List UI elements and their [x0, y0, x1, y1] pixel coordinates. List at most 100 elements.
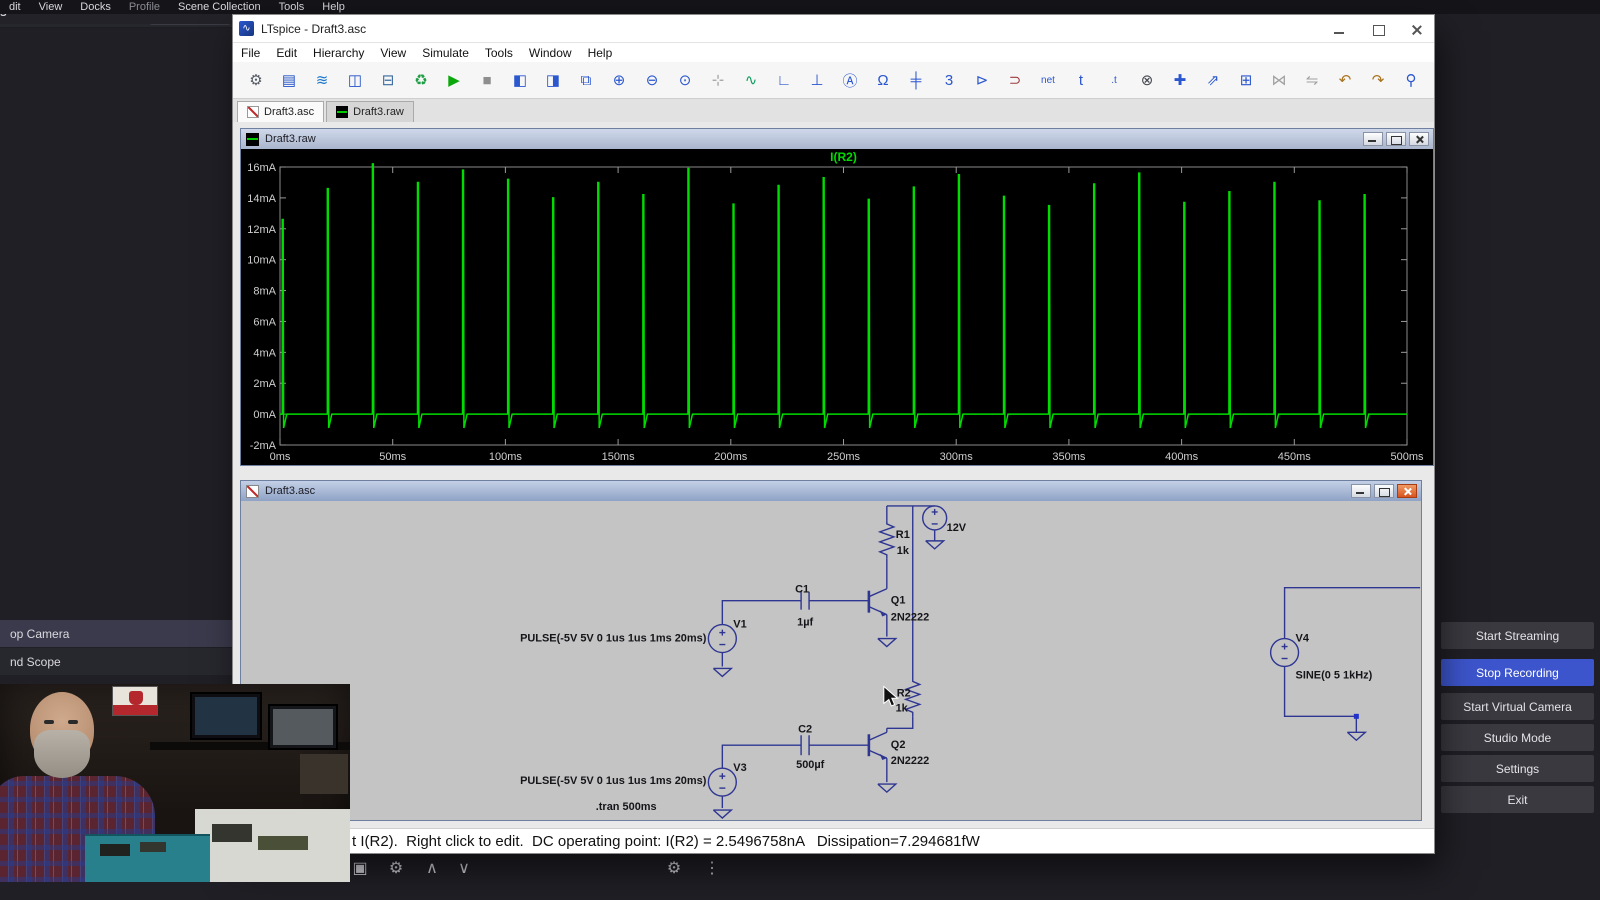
undo-icon[interactable]: ↶ — [1332, 67, 1358, 93]
start-streaming-button[interactable]: Start Streaming — [1441, 622, 1594, 649]
webcam-preview[interactable] — [0, 684, 350, 882]
mirror-icon[interactable]: ⋈ — [1266, 67, 1292, 93]
minimize-button[interactable] — [1333, 24, 1346, 35]
v4-label: V4 — [1296, 633, 1310, 645]
print-icon[interactable]: ⊟ — [375, 67, 401, 93]
cascade-icon[interactable]: ⧉ — [573, 67, 599, 93]
ltspice-menu-hierarchy[interactable]: Hierarchy — [305, 46, 372, 60]
child-close-button[interactable] — [1409, 132, 1429, 146]
waveform-window-titlebar[interactable]: Draft3.raw — [241, 129, 1433, 149]
ground-icon[interactable]: ⊥ — [804, 67, 830, 93]
schematic-canvas[interactable]: V1 PULSE(-5V 5V 0 1us 1us 1ms 20ms) C1 1… — [241, 501, 1421, 820]
ltspice-titlebar[interactable]: ∿ LTspice - Draft3.asc — [233, 15, 1434, 43]
zoom-full-icon[interactable]: ⊙ — [672, 67, 698, 93]
autorange-icon[interactable]: ∿ — [738, 67, 764, 93]
diode-icon[interactable]: ⊳ — [969, 67, 995, 93]
wire-icon[interactable]: ∟ — [771, 67, 797, 93]
start-virtual-camera-button[interactable]: Start Virtual Camera — [1441, 693, 1594, 720]
child-close-button[interactable] — [1397, 484, 1417, 498]
tile-vertical-icon[interactable]: ◧ — [507, 67, 533, 93]
c2-value: 500µf — [796, 759, 825, 771]
webcam-person-beard — [34, 730, 90, 778]
y-axis-label: 16mA — [247, 162, 276, 174]
tab-draft3-asc[interactable]: Draft3.asc — [237, 101, 324, 122]
obs-menu-item-dit[interactable]: dit — [0, 1, 30, 13]
kebab-menu-icon[interactable]: ⋮ — [700, 858, 724, 878]
obs-menubar: ditViewDocksProfileScene CollectionTools… — [0, 0, 1600, 14]
studio-mode-button[interactable]: Studio Mode — [1441, 724, 1594, 751]
source-properties-gear-icon[interactable]: ⚙ — [384, 858, 408, 878]
exit-button[interactable]: Exit — [1441, 786, 1594, 813]
capacitor-icon[interactable]: ╪ — [903, 67, 929, 93]
waveform-plot[interactable]: I(R2)16mA14mA12mA10mA8mA6mA4mA2mA0mA-2mA… — [241, 149, 1433, 465]
waveform-window-title: Draft3.raw — [265, 133, 316, 145]
search-icon[interactable]: ⚲ — [1398, 67, 1424, 93]
source-item-nd-scope[interactable]: nd Scope — [0, 648, 233, 675]
resistor-icon[interactable]: Ω — [870, 67, 896, 93]
rotate-icon[interactable]: ⇋ — [1299, 67, 1325, 93]
stop-recording-button[interactable]: Stop Recording — [1441, 659, 1594, 686]
move-source-up-icon[interactable]: ∧ — [420, 858, 444, 878]
v4-value: SINE(0 5 1kHz) — [1296, 669, 1373, 681]
x-axis-label: 150ms — [602, 451, 636, 463]
zoom-in-icon[interactable]: ⊕ — [606, 67, 632, 93]
open-raw-icon[interactable]: ≋ — [309, 67, 335, 93]
av-settings-gear-icon[interactable]: ⚙ — [662, 858, 686, 878]
inductor-icon[interactable]: 3 — [936, 67, 962, 93]
move-icon[interactable]: ✚ — [1167, 67, 1193, 93]
refresh-icon[interactable]: ♻ — [408, 67, 434, 93]
ltspice-menu-window[interactable]: Window — [521, 46, 580, 60]
obs-menu-item-docks[interactable]: Docks — [71, 1, 120, 13]
text-icon[interactable]: t — [1068, 67, 1094, 93]
net-label-icon[interactable]: Ⓐ — [837, 67, 863, 93]
tile-horizontal-icon[interactable]: ◨ — [540, 67, 566, 93]
zoom-out-icon[interactable]: ⊖ — [639, 67, 665, 93]
obs-menu-item-help[interactable]: Help — [313, 1, 354, 13]
schematic-window-title: Draft3.asc — [265, 485, 315, 497]
component-icon[interactable]: ⊃ — [1002, 67, 1028, 93]
ltspice-menu-file[interactable]: File — [233, 46, 268, 60]
settings-button[interactable]: Settings — [1441, 755, 1594, 782]
run-icon[interactable]: ▶ — [441, 67, 467, 93]
tab-draft3-raw[interactable]: Draft3.raw — [326, 101, 414, 122]
obs-menu-item-scene-collection[interactable]: Scene Collection — [169, 1, 270, 13]
child-minimize-button[interactable] — [1351, 484, 1371, 498]
netlist-icon[interactable]: net — [1035, 67, 1061, 93]
delete-icon[interactable]: ⊗ — [1134, 67, 1160, 93]
waveform-window: Draft3.raw I(R2)16mA14mA12mA10mA8mA6mA4m… — [240, 128, 1434, 466]
copy-icon[interactable]: ⊞ — [1233, 67, 1259, 93]
redo-icon[interactable]: ↷ — [1365, 67, 1391, 93]
move-source-down-icon[interactable]: ∨ — [452, 858, 476, 878]
ltspice-menu-edit[interactable]: Edit — [268, 46, 305, 60]
tab-label: Draft3.asc — [264, 106, 314, 118]
spice-directive-icon[interactable]: .t — [1101, 67, 1127, 93]
webcam-monitor — [190, 692, 262, 740]
ltspice-menu-view[interactable]: View — [372, 46, 414, 60]
child-minimize-button[interactable] — [1363, 132, 1383, 146]
ltspice-menu-simulate[interactable]: Simulate — [414, 46, 477, 60]
source-list-icon[interactable]: ▣ — [348, 858, 372, 878]
q2-label: Q2 — [891, 739, 906, 751]
r2-value: 1k — [896, 702, 909, 714]
x-axis-label: 200ms — [714, 451, 748, 463]
source-item-op-camera[interactable]: op Camera — [0, 620, 233, 647]
obs-menu-item-tools[interactable]: Tools — [270, 1, 314, 13]
drag-icon[interactable]: ⇗ — [1200, 67, 1226, 93]
child-maximize-button[interactable] — [1374, 484, 1394, 498]
control-panel-icon[interactable]: ⚙ — [243, 67, 269, 93]
maximize-button[interactable] — [1372, 24, 1385, 35]
save-icon[interactable]: ◫ — [342, 67, 368, 93]
ltspice-menu-tools[interactable]: Tools — [477, 46, 521, 60]
open-file-icon[interactable]: ▤ — [276, 67, 302, 93]
obs-menu-item-profile[interactable]: Profile — [120, 1, 169, 13]
child-maximize-button[interactable] — [1386, 132, 1406, 146]
obs-menu-item-view[interactable]: View — [30, 1, 72, 13]
pan-icon[interactable]: ⊹ — [705, 67, 731, 93]
x-axis-label: 500ms — [1390, 451, 1424, 463]
webcam-mat-board — [100, 844, 130, 856]
schematic-window-titlebar[interactable]: Draft3.asc — [241, 481, 1421, 501]
close-button[interactable] — [1411, 24, 1424, 35]
ltspice-menu-help[interactable]: Help — [580, 46, 621, 60]
halt-icon[interactable]: ■ — [474, 67, 500, 93]
schematic-icon — [247, 106, 259, 118]
